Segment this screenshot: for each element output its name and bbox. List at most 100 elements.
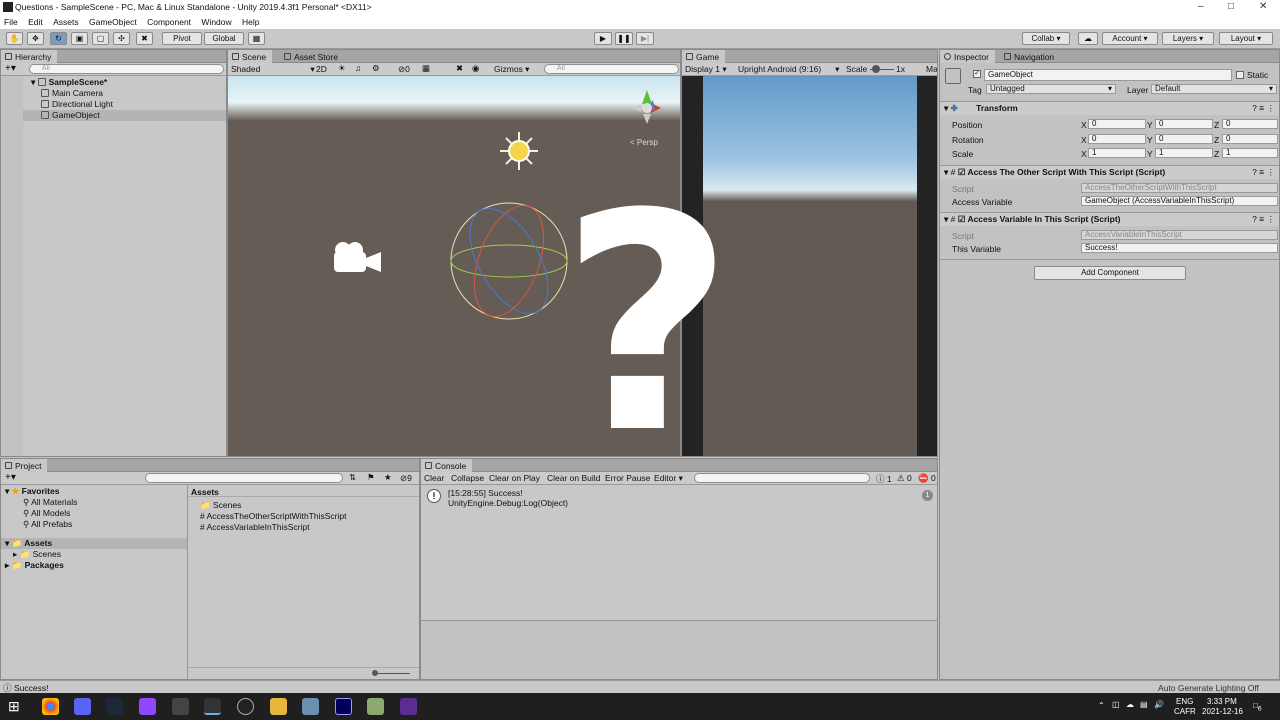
list-item-directional-light[interactable]: Directional Light bbox=[23, 99, 226, 110]
console-editor-dropdown[interactable]: Editor ▾ bbox=[654, 473, 683, 484]
network-icon[interactable]: ▤ bbox=[1140, 700, 1148, 709]
list-item-gameobject[interactable]: GameObject bbox=[23, 110, 226, 121]
tag-dropdown[interactable]: Untagged ▾ bbox=[986, 84, 1116, 94]
console-collapse-button[interactable]: Collapse bbox=[451, 473, 484, 483]
app-icon-2[interactable] bbox=[367, 698, 384, 715]
tray-icon[interactable]: ◫ bbox=[1112, 700, 1120, 709]
maximize-icon[interactable]: □ bbox=[1228, 1, 1234, 12]
list-item[interactable]: # AccessVariableInThisScript bbox=[188, 522, 419, 533]
tools-toggle-icon[interactable]: ✖ bbox=[456, 63, 463, 74]
access-variable-field[interactable]: GameObject (AccessVariableInThisScript) bbox=[1081, 196, 1278, 206]
mode-2d-toggle[interactable]: 2D bbox=[316, 64, 327, 74]
tray-icon[interactable]: ☁ bbox=[1126, 700, 1134, 709]
position-x-field[interactable]: 0 bbox=[1088, 119, 1146, 129]
list-item[interactable]: ⚲ All Prefabs bbox=[1, 519, 187, 530]
obs-icon[interactable] bbox=[237, 698, 254, 715]
static-checkbox[interactable] bbox=[1236, 71, 1244, 79]
rotation-x-field[interactable]: 0 bbox=[1088, 134, 1146, 144]
camera-settings-icon[interactable]: ◉ bbox=[472, 63, 479, 74]
clock-date[interactable]: 2021-12-16 bbox=[1202, 707, 1243, 716]
windows-start-icon[interactable]: ⊞ bbox=[8, 698, 25, 715]
console-clear-button[interactable]: Clear bbox=[424, 473, 444, 483]
persp-label[interactable]: < Persp bbox=[630, 138, 658, 147]
hierarchy-search-input[interactable]: All bbox=[29, 64, 224, 74]
rect-tool-icon[interactable]: ▢ bbox=[92, 32, 109, 45]
scale-y-field[interactable]: 1 bbox=[1155, 148, 1213, 158]
assets-root-item[interactable]: ▾ 📁 Assets bbox=[1, 538, 187, 549]
pause-button[interactable]: ❚❚ bbox=[615, 32, 633, 45]
unity-hub-icon[interactable] bbox=[172, 698, 189, 715]
tab-hierarchy[interactable]: Hierarchy bbox=[1, 50, 58, 63]
scale-tool-icon[interactable]: ▣ bbox=[71, 32, 88, 45]
component-access-other-header[interactable]: ▾ # ☑ Access The Other Script With This … bbox=[940, 165, 1279, 179]
error-toggle[interactable]: ⛔ 0 bbox=[918, 473, 936, 484]
play-button[interactable]: ▶ bbox=[594, 32, 612, 45]
tab-navigation[interactable]: Navigation bbox=[1000, 50, 1060, 63]
favorites-item[interactable]: ▾ ★ Favorites bbox=[1, 486, 187, 497]
tab-project[interactable]: Project bbox=[1, 459, 48, 472]
cloud-icon[interactable]: ☁ bbox=[1078, 32, 1098, 45]
project-search-input[interactable] bbox=[145, 473, 343, 483]
gizmos-dropdown[interactable]: Gizmos ▾ bbox=[494, 64, 529, 75]
icon-size-slider[interactable] bbox=[374, 673, 410, 674]
tab-game[interactable]: Game bbox=[682, 50, 726, 63]
hidden-packages-icon[interactable]: ⊘9 bbox=[400, 473, 412, 484]
menu-help[interactable]: Help bbox=[238, 15, 263, 29]
display-dropdown[interactable]: Display 1 ▾ bbox=[685, 64, 727, 75]
chrome-icon[interactable] bbox=[42, 698, 59, 715]
premiere-pro-icon[interactable] bbox=[335, 698, 352, 715]
menu-file[interactable]: File bbox=[0, 15, 22, 29]
camera-icon[interactable] bbox=[331, 238, 385, 278]
menu-assets[interactable]: Assets bbox=[49, 15, 83, 29]
layers-dropdown[interactable]: Layers ▾ bbox=[1162, 32, 1214, 45]
transform-header[interactable]: ▾ ✤ Transform? ≡ ⋮ bbox=[940, 101, 1279, 115]
status-message[interactable]: Success! bbox=[14, 683, 49, 693]
tray-chevron-icon[interactable]: ⌃ bbox=[1098, 701, 1105, 710]
clock-time[interactable]: 3:33 PM bbox=[1207, 697, 1237, 706]
scene-search-input[interactable]: All bbox=[544, 64, 679, 74]
move-tool-icon[interactable]: ✥ bbox=[27, 32, 44, 45]
tab-inspector[interactable]: Inspector bbox=[940, 50, 995, 63]
list-item[interactable]: ⚲ All Materials bbox=[1, 497, 187, 508]
rotate-tool-icon[interactable]: ↻ bbox=[50, 32, 67, 45]
list-item-main-camera[interactable]: Main Camera bbox=[23, 88, 226, 99]
position-y-field[interactable]: 0 bbox=[1155, 119, 1213, 129]
scale-z-field[interactable]: 1 bbox=[1222, 148, 1278, 158]
scale-x-field[interactable]: 1 bbox=[1088, 148, 1146, 158]
grid-toggle-icon[interactable]: ▦ bbox=[422, 63, 430, 74]
console-clear-on-build-button[interactable]: Clear on Build bbox=[547, 473, 600, 483]
this-variable-field[interactable]: Success! bbox=[1081, 243, 1278, 253]
effects-toggle-icon[interactable]: ⚙ bbox=[372, 63, 380, 74]
list-item[interactable]: 📁 Scenes bbox=[188, 500, 419, 511]
minimize-icon[interactable]: – bbox=[1198, 1, 1204, 12]
discord-icon[interactable] bbox=[74, 698, 91, 715]
rotation-z-field[interactable]: 0 bbox=[1222, 134, 1278, 144]
favorite-star-icon[interactable]: ★ bbox=[384, 472, 392, 483]
aspect-dropdown[interactable]: Upright Android (9:16) ▾ bbox=[738, 64, 839, 75]
account-dropdown[interactable]: Account ▾ bbox=[1102, 32, 1158, 45]
global-toggle[interactable]: Global bbox=[204, 32, 244, 45]
collab-dropdown[interactable]: Collab ▾ bbox=[1022, 32, 1070, 45]
position-z-field[interactable]: 0 bbox=[1222, 119, 1278, 129]
tab-console[interactable]: Console bbox=[421, 459, 473, 472]
step-button[interactable]: ▶| bbox=[636, 32, 654, 45]
breadcrumb[interactable]: Assets bbox=[188, 485, 419, 497]
list-item[interactable]: ▸ 📁 Scenes bbox=[1, 549, 187, 560]
volume-icon[interactable]: 🔊 bbox=[1154, 700, 1164, 709]
notification-icon[interactable]: □6 bbox=[1253, 701, 1262, 713]
layer-dropdown[interactable]: Default ▾ bbox=[1151, 84, 1277, 94]
layout-dropdown[interactable]: Layout ▾ bbox=[1219, 32, 1273, 45]
audio-toggle-icon[interactable]: ♫ bbox=[355, 63, 361, 73]
menu-component[interactable]: Component bbox=[143, 15, 195, 29]
menu-window[interactable]: Window bbox=[197, 15, 235, 29]
menu-gameobject[interactable]: GameObject bbox=[85, 15, 141, 29]
add-component-button[interactable]: Add Component bbox=[1034, 266, 1186, 280]
scene-gizmo-icon[interactable] bbox=[623, 86, 673, 128]
twitch-icon[interactable] bbox=[139, 698, 156, 715]
lighting-toggle-icon[interactable]: ☀ bbox=[338, 63, 346, 74]
steam-icon[interactable] bbox=[106, 698, 123, 715]
pivot-toggle[interactable]: Pivot bbox=[162, 32, 202, 45]
object-name-input[interactable]: GameObject bbox=[984, 69, 1232, 81]
language-indicator[interactable]: ENG bbox=[1176, 697, 1193, 706]
list-item[interactable]: # AccessTheOtherScriptWithThisScript bbox=[188, 511, 419, 522]
